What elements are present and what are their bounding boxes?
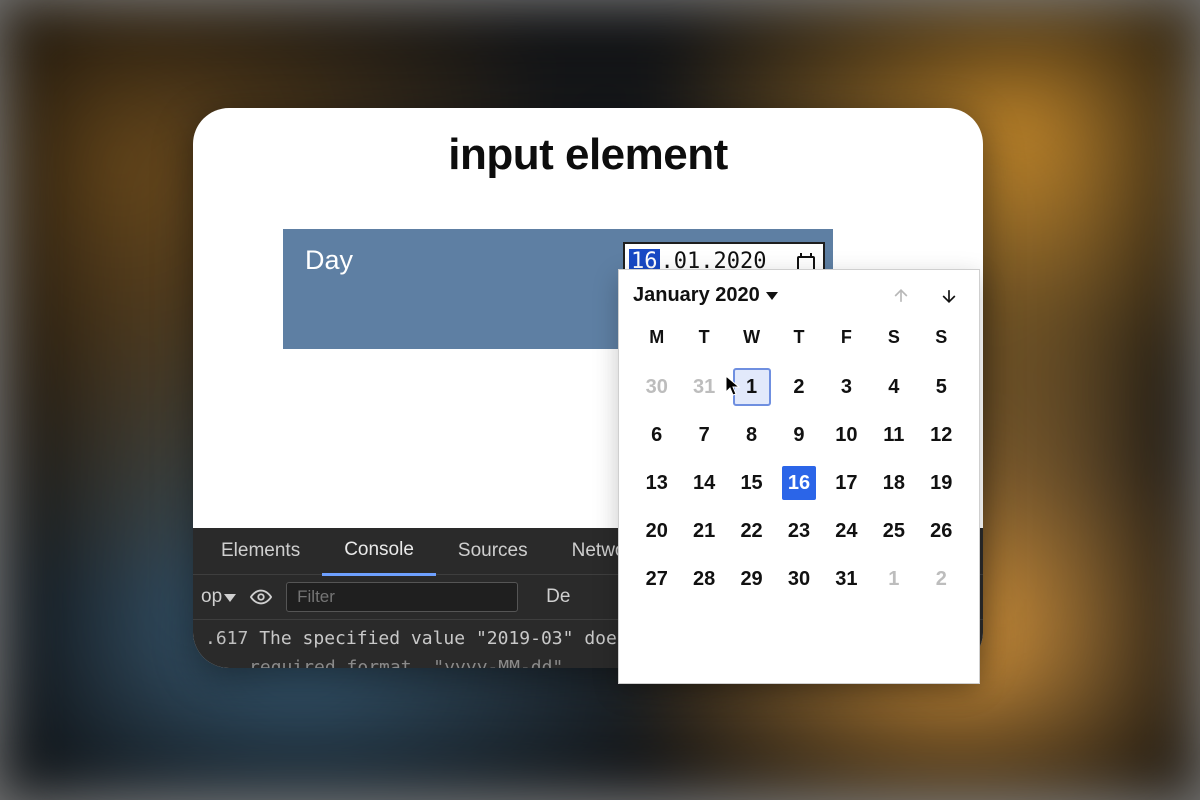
day-of-week-header: W [728,321,775,358]
calendar-day[interactable]: 7 [680,416,727,454]
tab-sources[interactable]: Sources [436,528,550,574]
calendar-day[interactable]: 16 [775,464,822,502]
calendar-day[interactable]: 4 [870,368,917,406]
calendar-day[interactable]: 22 [728,512,775,550]
calendar-day: 2 [918,560,965,598]
calendar-day[interactable]: 12 [918,416,965,454]
month-label: January 2020 [633,284,760,307]
day-label: Day [305,245,353,276]
calendar-icon[interactable] [797,253,815,271]
toolbar-right-text: De [546,586,570,608]
filter-input[interactable] [286,582,518,612]
date-picker-header: January 2020 [633,284,965,307]
day-of-week-header: T [680,321,727,358]
calendar-day[interactable]: 20 [633,512,680,550]
calendar-day[interactable]: 15 [728,464,775,502]
calendar-day[interactable]: 2 [775,368,822,406]
next-month-button[interactable] [939,286,959,306]
calendar-day[interactable]: 10 [823,416,870,454]
chevron-down-icon [224,594,236,602]
calendar-day[interactable]: 29 [728,560,775,598]
calendar-day[interactable]: 31 [823,560,870,598]
calendar-day[interactable]: 11 [870,416,917,454]
day-of-week-header: F [823,321,870,358]
page-title: input element [193,130,983,180]
scope-select[interactable]: op [201,586,236,608]
calendar-day[interactable]: 25 [870,512,917,550]
calendar-day[interactable]: 8 [728,416,775,454]
calendar-day[interactable]: 18 [870,464,917,502]
calendar-day[interactable]: 27 [633,560,680,598]
calendar-day[interactable]: 13 [633,464,680,502]
prev-month-button[interactable] [891,286,911,306]
date-picker: January 2020 MTWTFSS30311234567891011121… [618,269,980,684]
calendar-day[interactable]: 19 [918,464,965,502]
console-timestamp: .617 [205,628,248,649]
calendar-day[interactable]: 3 [823,368,870,406]
calendar-grid: MTWTFSS303112345678910111213141516171819… [633,321,965,598]
calendar-day[interactable]: 17 [823,464,870,502]
day-of-week-header: M [633,321,680,358]
calendar-day[interactable]: 5 [918,368,965,406]
day-of-week-header: S [870,321,917,358]
calendar-day: 1 [870,560,917,598]
calendar-day: 31 [680,368,727,406]
month-select[interactable]: January 2020 [633,284,778,307]
chevron-down-icon [766,292,778,300]
mouse-cursor [725,375,741,397]
calendar-day[interactable]: 28 [680,560,727,598]
calendar-day: 30 [633,368,680,406]
day-of-week-header: T [775,321,822,358]
calendar-day[interactable]: 23 [775,512,822,550]
calendar-day[interactable]: 14 [680,464,727,502]
tab-console[interactable]: Console [322,527,436,576]
calendar-day[interactable]: 9 [775,416,822,454]
tab-elements[interactable]: Elements [199,528,322,574]
eye-icon[interactable] [250,586,272,608]
calendar-day[interactable]: 24 [823,512,870,550]
day-of-week-header: S [918,321,965,358]
calendar-day[interactable]: 30 [775,560,822,598]
calendar-day[interactable]: 6 [633,416,680,454]
calendar-day[interactable]: 26 [918,512,965,550]
calendar-day[interactable]: 21 [680,512,727,550]
